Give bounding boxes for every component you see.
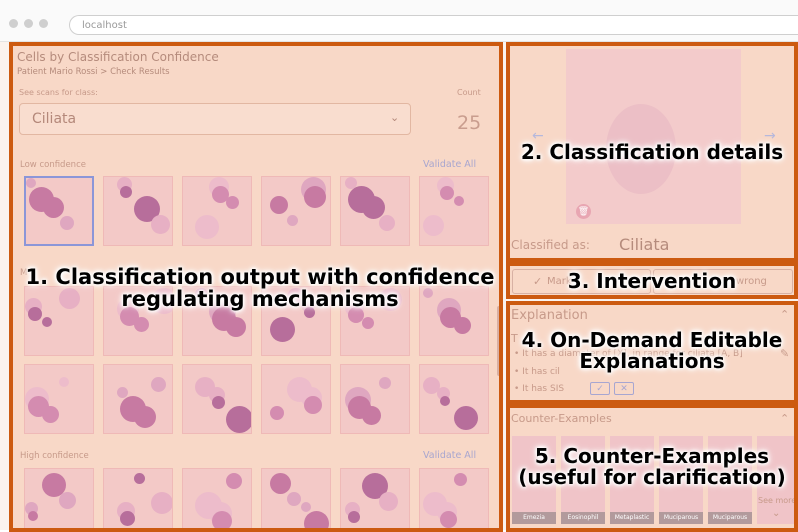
chevron-down-icon[interactable]: ⌄ [772, 508, 780, 519]
accept-check-icon[interactable]: ✓ [590, 382, 610, 395]
class-select-value: Ciliata [32, 111, 77, 127]
cell-thumbnail[interactable] [261, 468, 331, 528]
cell-thumbnail[interactable] [261, 364, 331, 434]
cell-thumbnail[interactable] [340, 468, 410, 528]
chevron-up-icon[interactable]: ⌃ [780, 412, 789, 425]
explanation-panel: Explanation ⌃ T • It has a diameter of [… [506, 301, 798, 404]
counter-examples-title: Counter-Examples [511, 412, 612, 425]
counter-examples-panel: Counter-Examples ⌃ Emezia Eosinophil Metap… [506, 404, 798, 532]
class-select-label: See scans for class: [19, 88, 98, 97]
annotation-label-2: 2. Classification details [520, 140, 784, 164]
page-title: Cells by Classification Confidence [17, 50, 219, 64]
address-bar[interactable]: localhost [69, 15, 798, 35]
cell-thumbnail[interactable] [419, 468, 489, 528]
class-select[interactable]: Ciliata ⌄ [19, 103, 411, 135]
cell-thumbnail[interactable] [182, 468, 252, 528]
breadcrumb: Patient Mario Rossi > Check Results [17, 67, 170, 77]
validate-all-high-button[interactable]: Validate All [423, 450, 476, 461]
cell-thumbnail[interactable] [103, 468, 173, 528]
cell-thumbnail[interactable] [182, 176, 252, 246]
browser-bar: localhost [0, 0, 798, 42]
validate-all-low-button[interactable]: Validate All [423, 159, 476, 170]
counter-example-caption: Emezia [512, 512, 556, 524]
counter-example-caption: Eosinophil [561, 512, 605, 524]
cell-thumbnail[interactable] [340, 176, 410, 246]
counter-example-caption: Metaplastic [610, 512, 654, 524]
scrollbar[interactable] [497, 306, 499, 376]
explanation-item: • It has SIS [514, 384, 565, 394]
cell-thumbnail[interactable] [261, 176, 331, 246]
count-label: Count [457, 88, 481, 97]
class-count: 25 [457, 112, 482, 134]
cell-thumbnail[interactable] [103, 176, 173, 246]
cell-thumbnail[interactable] [419, 364, 489, 434]
classification-details-panel: 🗑 ← → Classified as: Ciliata 2. Classifi… [506, 42, 798, 262]
cell-thumbnail[interactable] [103, 364, 173, 434]
cell-thumbnail[interactable] [24, 468, 94, 528]
cell-thumbnail[interactable] [419, 176, 489, 246]
cell-scan-image: 🗑 [566, 49, 741, 224]
chevron-up-icon[interactable]: ⌃ [780, 308, 789, 321]
classified-as-value: Ciliata [619, 235, 670, 254]
cell-thumbnail[interactable] [24, 176, 94, 246]
intervention-panel: ✓ Mark wrong 3. Intervention [506, 262, 798, 299]
chevron-down-icon: ⌄ [390, 111, 400, 124]
window-close-dot[interactable] [9, 19, 18, 28]
reject-x-icon[interactable]: ✕ [614, 382, 634, 395]
trash-icon[interactable]: 🗑 [576, 204, 591, 219]
see-more-link[interactable]: See more [758, 496, 794, 505]
cell-thumbnail[interactable] [340, 364, 410, 434]
classified-as-label: Classified as: [511, 238, 590, 252]
annotation-label-3: 3. Intervention [567, 269, 737, 293]
high-confidence-label: High confidence [20, 451, 89, 461]
window-minimize-dot[interactable] [24, 19, 33, 28]
annotation-label-4: 4. On-Demand Editable Explanations [521, 328, 783, 373]
counter-example-caption: Muciparous [708, 512, 752, 524]
explanation-title: Explanation [511, 308, 588, 323]
cell-thumbnail[interactable] [182, 364, 252, 434]
annotation-label-1: 1. Classification output with confidence… [25, 265, 495, 312]
low-confidence-label: Low confidence [20, 160, 86, 170]
annotation-label-5: 5. Counter-Examples (useful for clarific… [518, 444, 786, 489]
classification-output-panel: Cells by Classification Confidence Patie… [9, 42, 503, 532]
cell-thumbnail[interactable] [24, 364, 94, 434]
counter-example-caption: Muciparous [659, 512, 703, 524]
window-maximize-dot[interactable] [39, 19, 48, 28]
app-page: Cells by Classification Confidence Patie… [0, 42, 798, 532]
